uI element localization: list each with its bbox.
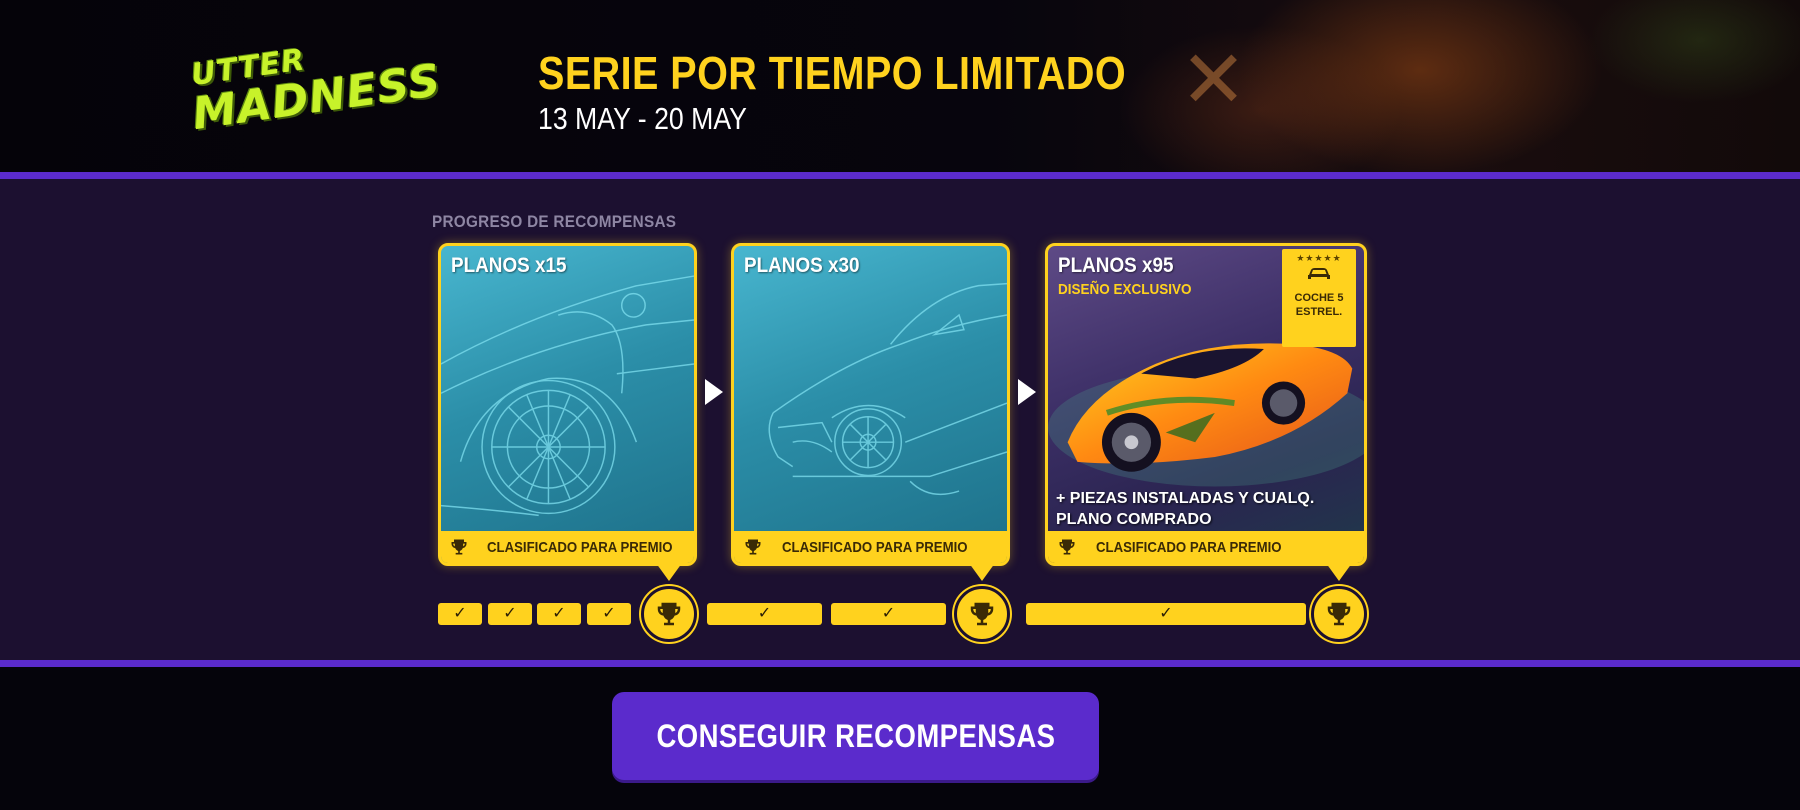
reward-title: PLANOS x30 — [744, 254, 860, 277]
progress-segment: ✓ — [1026, 603, 1306, 625]
reward-status-label: CLASIFICADO PARA PREMIO — [782, 538, 968, 556]
progress-segment: ✓ — [537, 603, 581, 625]
event-header: ✕ UTTER MADNESS SERIE POR TIEMPO LIMITAD… — [0, 0, 1800, 172]
reward-status: CLASIFICADO PARA PREMIO — [734, 531, 1007, 563]
background-artwork: ✕ — [1180, 33, 1248, 126]
milestone-pointer — [656, 563, 682, 581]
five-star-badge: ★★★★★ COCHE 5 ESTREL. — [1282, 249, 1356, 347]
car-icon — [1306, 265, 1332, 286]
next-arrow-icon — [705, 379, 723, 405]
progress-segment: ✓ — [707, 603, 822, 625]
badge-label: COCHE 5 ESTREL. — [1294, 292, 1344, 318]
claim-rewards-button[interactable]: CONSEGUIR RECOMPENSAS — [612, 692, 1099, 780]
series-dates: 13 MAY - 20 MAY — [538, 101, 747, 136]
reward-status-label: CLASIFICADO PARA PREMIO — [1096, 538, 1282, 556]
milestone-trophy-icon — [1311, 586, 1367, 642]
reward-title: PLANOS x95 — [1058, 254, 1174, 277]
car-front-blueprint-art — [768, 282, 1007, 496]
check-icon: ✓ — [1159, 605, 1173, 622]
reward-card-3[interactable]: PLANOS x95 DISEÑO EXCLUSIVO ★★★★★ COCHE … — [1045, 243, 1367, 566]
progress-label: PROGRESO DE RECOMPENSAS — [432, 212, 677, 231]
reward-card-1[interactable]: PLANOS x15 CLASIFICADO PARA PREMIO — [438, 243, 697, 566]
check-icon: ✓ — [602, 605, 616, 622]
progress-segment: ✓ — [831, 603, 946, 625]
check-icon: ✓ — [503, 605, 517, 622]
claim-rewards-label: CONSEGUIR RECOMPENSAS — [656, 717, 1055, 754]
divider-top — [0, 172, 1800, 179]
divider-bottom — [0, 660, 1800, 667]
event-logo: UTTER MADNESS — [186, 27, 449, 171]
reward-status-label: CLASIFICADO PARA PREMIO — [487, 538, 673, 556]
wheel-blueprint-art — [441, 275, 694, 517]
reward-extra-note: + PIEZAS INSTALADAS Y CUALQ. PLANO COMPR… — [1056, 490, 1315, 528]
progress-segment: ✓ — [438, 603, 482, 625]
progress-segment: ✓ — [587, 603, 631, 625]
milestone-pointer — [1326, 563, 1352, 581]
trophy-icon — [449, 536, 469, 558]
check-icon: ✓ — [453, 605, 467, 622]
reward-card-2[interactable]: PLANOS x30 CLASIFICADO PARA PREMIO — [731, 243, 1010, 566]
reward-title: PLANOS x15 — [451, 254, 567, 277]
milestone-pointer — [969, 563, 995, 581]
series-title: SERIE POR TIEMPO LIMITADO — [538, 47, 1127, 99]
stars-icon: ★★★★★ — [1296, 253, 1342, 263]
check-icon: ✓ — [881, 605, 896, 622]
trophy-icon — [1056, 536, 1078, 558]
trophy-icon — [742, 536, 764, 558]
milestone-trophy-icon — [641, 586, 697, 642]
progress-segment: ✓ — [488, 603, 532, 625]
check-icon: ✓ — [757, 605, 772, 622]
check-icon: ✓ — [552, 605, 566, 622]
reward-status: CLASIFICADO PARA PREMIO — [1048, 531, 1364, 563]
reward-subtitle: DISEÑO EXCLUSIVO — [1058, 281, 1192, 298]
milestone-trophy-icon — [954, 586, 1010, 642]
next-arrow-icon — [1018, 379, 1036, 405]
reward-status: CLASIFICADO PARA PREMIO — [441, 531, 694, 563]
